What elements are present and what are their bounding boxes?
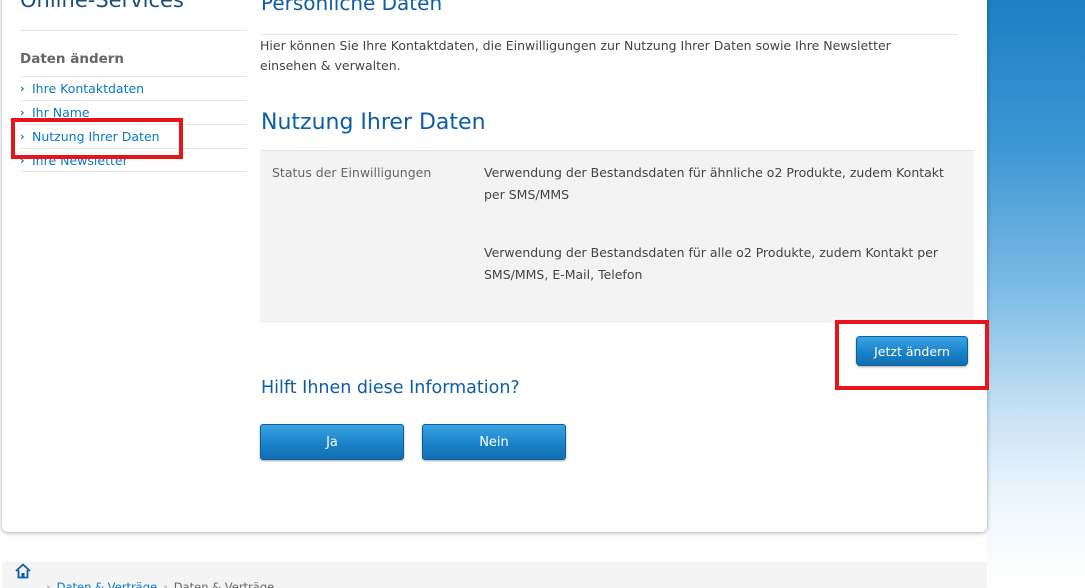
- sidebar-section-heading: Daten ändern: [20, 51, 125, 67]
- sidebar-item-kontaktdaten[interactable]: › Ihre Kontaktdaten: [20, 76, 247, 100]
- breadcrumb-separator: ›: [163, 580, 168, 588]
- section-title: Nutzung Ihrer Daten: [261, 110, 486, 135]
- consent-item: Verwendung der Bestandsdaten für alle o2…: [484, 245, 939, 282]
- consent-panel: Status der Einwilligungen Verwendung der…: [260, 150, 974, 323]
- highlight-box-button: [835, 320, 989, 390]
- yes-button[interactable]: Ja: [260, 424, 404, 460]
- page-title: Persönliche Daten: [261, 0, 443, 15]
- breadcrumb-bar: › Daten & Verträge › Daten & Verträge: [2, 562, 987, 588]
- breadcrumb-link[interactable]: Daten & Verträge: [57, 580, 158, 588]
- home-icon[interactable]: [14, 562, 32, 580]
- highlight-box-sidebar: [11, 118, 183, 159]
- background-gradient: [987, 0, 1085, 588]
- sidebar-item-label: Ihre Kontaktdaten: [32, 81, 145, 96]
- consent-item: Verwendung der Bestandsdaten für ähnlich…: [484, 165, 944, 202]
- breadcrumb-current: Daten & Verträge: [173, 580, 275, 588]
- feedback-question: Hilft Ihnen diese Information?: [261, 378, 520, 398]
- sidebar-divider: [20, 30, 247, 31]
- intro-text: Hier können Sie Ihre Kontaktdaten, die E…: [260, 38, 891, 73]
- consent-status-label: Status der Einwilligungen: [272, 165, 432, 180]
- no-button[interactable]: Nein: [422, 424, 566, 460]
- breadcrumb-separator: ›: [46, 580, 51, 588]
- breadcrumb: › Daten & Verträge › Daten & Verträge: [46, 580, 274, 588]
- chevron-right-icon: ›: [20, 82, 25, 95]
- sidebar-title: Online-Services: [20, 0, 184, 12]
- title-divider: [260, 34, 958, 35]
